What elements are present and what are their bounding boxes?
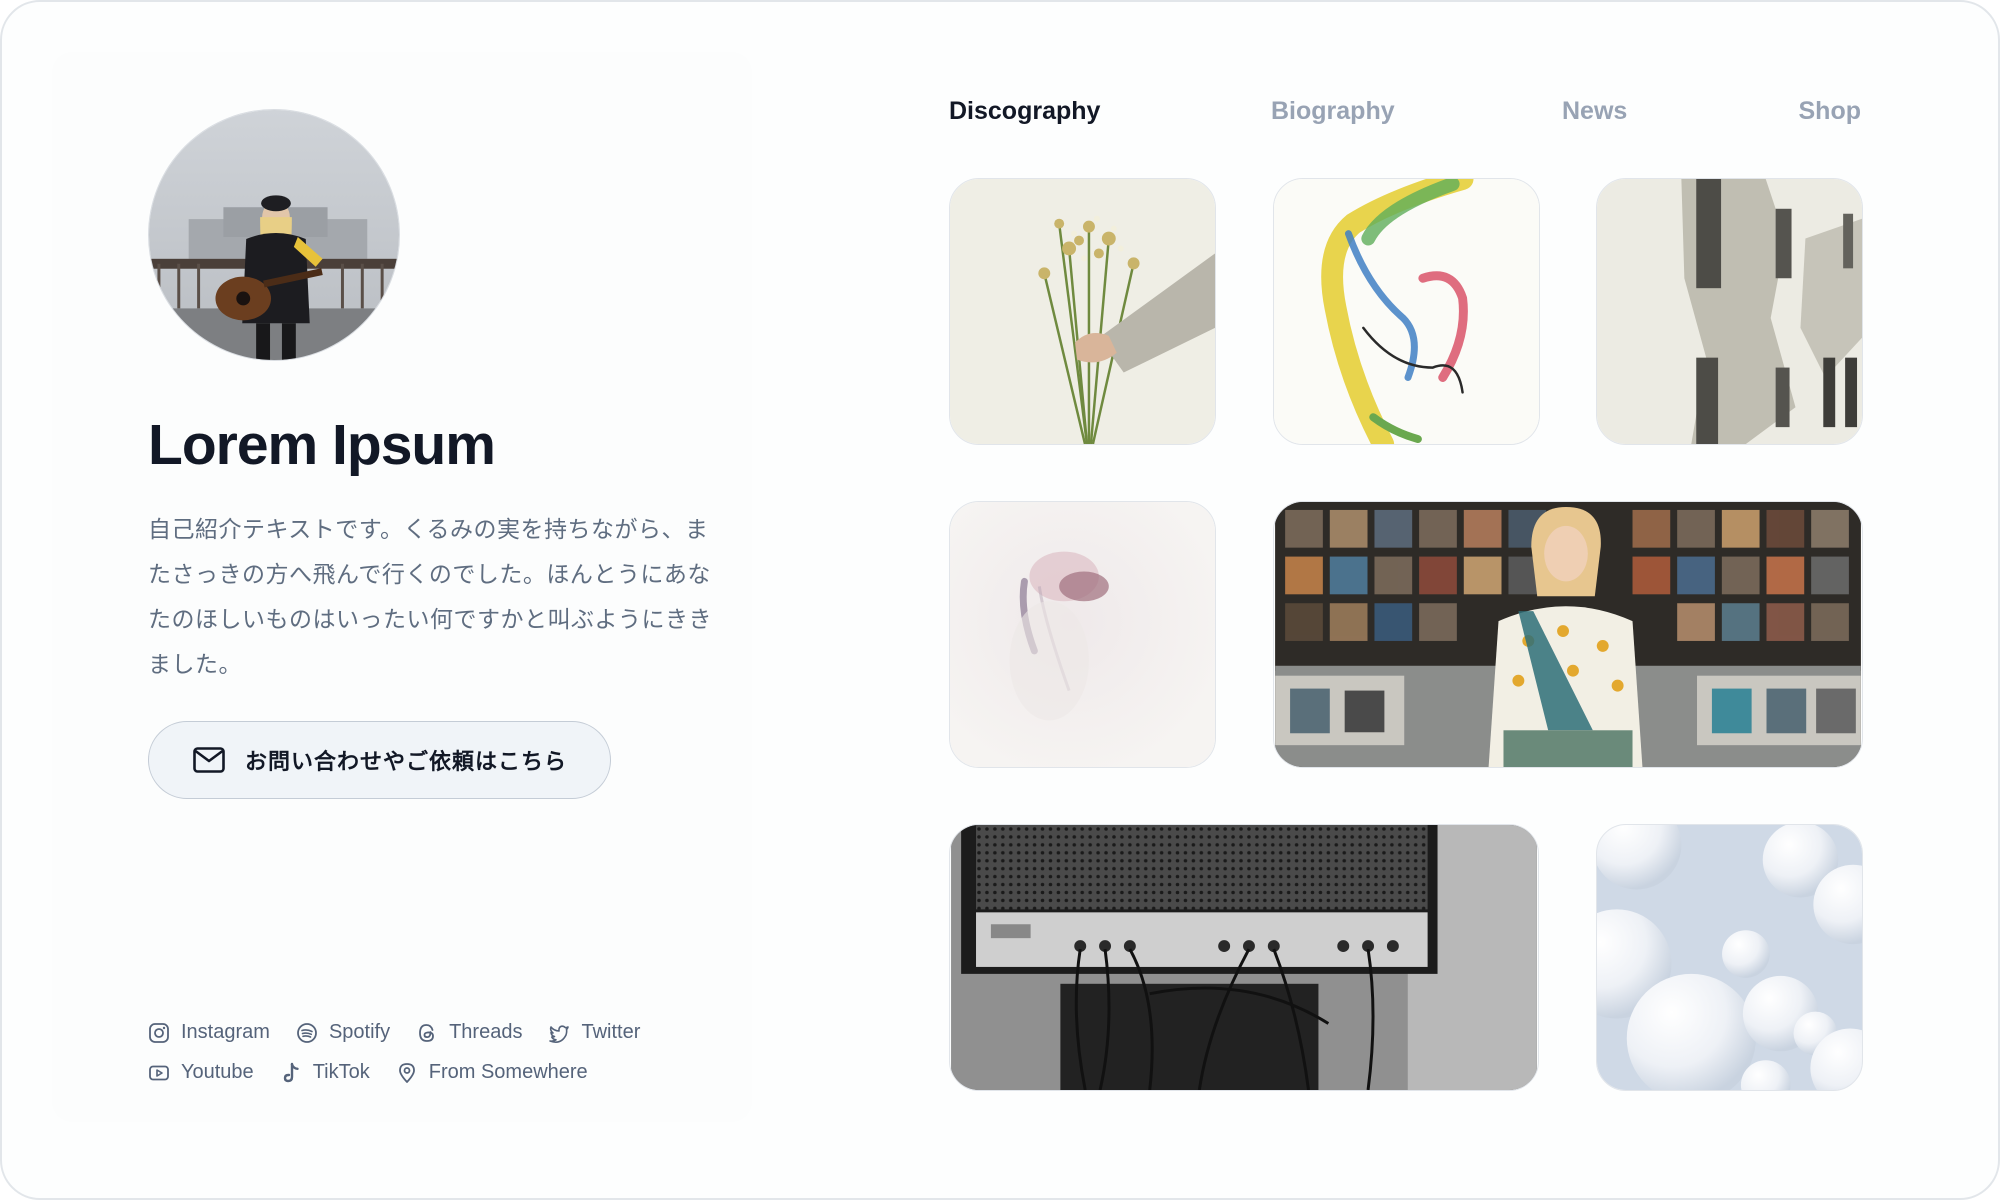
profile-name: Lorem Ipsum — [148, 413, 496, 477]
avatar-photo — [149, 110, 399, 360]
spotify-icon — [297, 1022, 317, 1043]
social-link-spotify[interactable]: Spotify — [296, 1021, 390, 1044]
social-link-youtube[interactable]: Youtube — [148, 1061, 254, 1084]
misty-flower-image — [950, 502, 1215, 767]
tab-news[interactable]: News — [1562, 97, 1627, 126]
social-link-label: Youtube — [181, 1061, 254, 1083]
album-tile-amplifier[interactable] — [949, 824, 1539, 1091]
main-nav: Discography Biography News Shop — [949, 97, 1861, 137]
album-tile-building[interactable] — [1596, 178, 1863, 445]
instagram-icon — [149, 1022, 169, 1043]
tiktok-icon — [283, 1062, 299, 1082]
avatar — [148, 109, 400, 361]
bouquet-image — [950, 179, 1215, 444]
amplifier-image — [951, 825, 1537, 1090]
social-link-label: Instagram — [181, 1021, 270, 1043]
album-tile-spheres[interactable] — [1596, 824, 1863, 1091]
record-store-image — [1275, 502, 1861, 767]
social-links-row-2: Youtube TikTok From Somewhere — [148, 1061, 588, 1084]
social-link-label: Twitter — [581, 1021, 641, 1043]
page-frame: Lorem Ipsum 自己紹介テキストです。くるみの実を持ちながら、またさっき… — [0, 0, 2000, 1200]
social-link-location[interactable]: From Somewhere — [396, 1061, 588, 1084]
tab-discography[interactable]: Discography — [949, 97, 1100, 126]
mail-icon — [193, 747, 225, 773]
twitter-icon — [549, 1024, 570, 1043]
social-link-label: From Somewhere — [428, 1061, 588, 1083]
youtube-icon — [149, 1065, 169, 1080]
tab-biography[interactable]: Biography — [1271, 97, 1395, 126]
profile-bio: 自己紹介テキストです。くるみの実を持ちながら、またさっきの方へ飛んで行くのでした… — [148, 516, 712, 677]
social-link-instagram[interactable]: Instagram — [148, 1021, 270, 1044]
threads-icon — [419, 1023, 434, 1042]
spheres-image — [1597, 825, 1862, 1090]
album-tile-misty-flower[interactable] — [949, 501, 1216, 768]
album-tile-record-store[interactable] — [1273, 501, 1863, 768]
social-links-row-1: Instagram Spotify Threads Twitter — [148, 1021, 640, 1044]
contact-button-label: お問い合わせやご依頼はこちら — [245, 749, 568, 774]
brushstrokes-image — [1274, 179, 1539, 444]
contact-button[interactable]: お問い合わせやご依頼はこちら — [148, 721, 611, 799]
building-image — [1597, 179, 1862, 444]
tab-shop[interactable]: Shop — [1799, 97, 1862, 126]
social-link-label: Spotify — [328, 1021, 391, 1043]
social-link-tiktok[interactable]: TikTok — [280, 1061, 370, 1084]
social-link-twitter[interactable]: Twitter — [548, 1021, 640, 1044]
social-link-threads[interactable]: Threads — [416, 1021, 522, 1044]
social-link-label: Threads — [449, 1021, 523, 1043]
album-tile-bouquet[interactable] — [949, 178, 1216, 445]
location-pin-icon — [398, 1062, 415, 1083]
social-link-label: TikTok — [312, 1061, 370, 1083]
album-tile-brushstrokes[interactable] — [1273, 178, 1540, 445]
